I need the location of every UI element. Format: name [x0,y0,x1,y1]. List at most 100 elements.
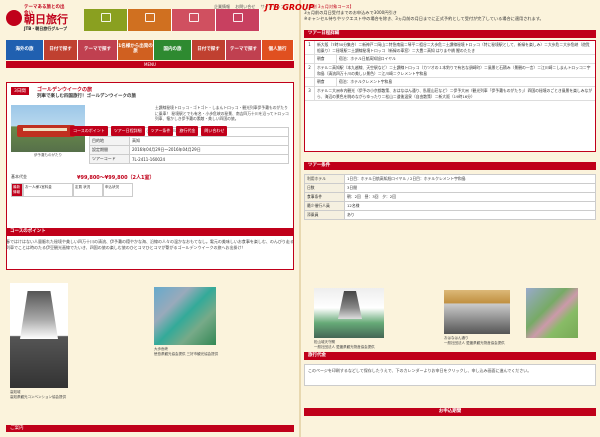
tour-description: 土讃線秘境トロッコ・ゴトゴト・しまんトロッコ・観光列車伊予灘ものがたりに乗車！ … [155,105,289,121]
tour-icon [101,13,111,22]
calendar-icon [233,13,243,22]
brand-mark-icon [6,10,22,26]
cond-key: 利用ホテル [304,174,345,184]
table-row: 設定期間 2016年04月29日～2016年04月29日 [89,145,289,155]
tab-course-point[interactable]: コースのポイント [70,126,108,136]
price-label: 基本代金 [11,174,27,179]
tab-schedule[interactable]: ツアー日程詳細 [110,126,145,136]
notice-line: ※キャンセル待ちやリクエスト中の場合を除き、3ヵ月前の月日までに正式予約として受… [304,16,544,22]
tour-icon[interactable] [84,9,128,31]
nav-date-search[interactable]: 日付で探す [44,40,78,60]
info-value: 7L-2411-160024 [129,154,289,164]
page-divider [299,0,301,437]
castle-caption: 高知城 高知県観光コンベンション協会提供 [10,390,66,399]
day-number [305,78,315,86]
book-icon[interactable] [172,9,216,31]
day-number: 2 [305,64,315,77]
nav-overseas[interactable]: 海外の旅 [6,40,44,60]
cal-cell: 定員 状況 [73,183,103,197]
day-number: 3 [305,87,315,100]
nav-individual[interactable]: 個人旅行 [262,40,294,60]
table-row: 利用ホテル 1日目：ホテル日航高知旭ロイヤル / 2日目：ホテルクレメント宇和島 [304,174,596,184]
conditions-header: ツアー条件 [304,162,596,170]
cond-value: 12名様 [344,201,596,211]
course-point-text: 春ではけはない人量賑れた秘境や美しい四万十川の清流、伊予灘の穏やかな海、沿線の人… [6,239,294,250]
matsuyama-castle-photo [314,288,384,338]
info-key: ツアーコード [89,154,130,164]
day-number: 1 [305,41,315,54]
tab-inquiry[interactable]: 問い合わせ [201,126,228,136]
table-row: ツアーコード 7L-2411-160024 [89,154,289,164]
nav-date-search-2[interactable]: 日付で探す [192,40,226,60]
cond-value: 3日間 [344,183,596,193]
flower-path-photo [526,288,578,338]
brand-sub: JTB・朝日旅行グループ [24,26,68,31]
day-text: ホテル＝大洲市内観光（伊予の小京都散策、おはなはん通り、臥龍山荘など）＝伊予大洲… [317,88,593,99]
schedule-row: 2 ホテル＝高知駅（本九越線、天空駅など）＝土讃線トロッコ（カツオの１本釣りで有名… [305,64,595,78]
meal-label: 朝食 [315,55,337,63]
cond-key: 食事条件 [304,192,345,202]
schedule-row: 3 ホテル＝大洲市内観光（伊予の小京都散策、おはなはん通り、臥龍山荘など）＝伊予大… [305,87,595,101]
table-row: 日数 3日間 [304,183,596,193]
schedule-row: 1 新大阪（7時30分集合）＝新神戸＝岡山＝特急南風＝琴平＝祖谷＝大歩危＝土讃線秘… [305,41,595,55]
meal-label: 朝食 [315,78,337,86]
schedule-header: ツアー日程詳細 [304,30,596,38]
gorge-caption: 大歩危峡 徳島県観光協会提供 三好市観光協会提供 [154,347,219,356]
cond-key: 添乗員 [304,210,345,220]
link-company[interactable]: 企業情報 [214,4,230,9]
info-key: 設定期間 [89,145,130,155]
cond-key: 最少催行人員 [304,201,345,211]
nav-theme-search[interactable]: テーマで探す [78,40,118,60]
top-icon-bar [84,9,260,31]
tab-conditions[interactable]: ツアー条件 [147,126,174,136]
plane-icon [145,13,155,22]
nav-theme-search-2[interactable]: テーマで探す [226,40,262,60]
kochi-castle-photo [10,283,68,388]
fee-header: 旅行代金 [304,352,596,360]
link-contact[interactable]: お問い合せ [235,4,255,9]
day-number [305,55,315,63]
plane-icon[interactable] [128,9,172,31]
castle2-caption: 松山城天守閣 一般社団法人 愛媛県観光物産協会提供 [314,340,375,349]
ohanahan-street-photo [444,290,510,334]
day-text: 宿泊：ホテルクレメント宇和島 [339,79,393,84]
schedule-row: 朝食 宿泊：ホテルクレメント宇和島 [305,78,595,87]
nav-solo[interactable]: 1名様から出発の旅 [118,40,154,60]
cal-label: 最新情報 [11,183,23,197]
tab-fee[interactable]: 旅行代金 [176,126,199,136]
schedule-box: 1 新大阪（7時30分集合）＝新神戸＝岡山＝特急南風＝琴平＝祖谷＝大歩危＝土讃線秘… [304,40,596,152]
brand-logo[interactable]: テーマある旅との出会い 朝日旅行 JTB・朝日旅行グループ [6,4,68,38]
table-row: 目的地 高知 [89,136,289,146]
info-key: 目的地 [89,136,130,146]
notice-block: 【早割 3ヵ月対象コース】 3ヵ月前の月日受付までのお申込みで3000円引き ※… [304,4,596,22]
day-text: 新大阪（7時30分集合）＝新神戸＝岡山＝特急南風＝琴平＝祖谷＝大歩危＝土讃線秘境… [317,42,590,53]
day-text: ホテル＝高知駅（本九越線、天空駅など）＝土讃線トロッコ（カツオの１本釣りで有名な… [317,65,591,76]
calendar-icon[interactable] [216,9,260,31]
info-value: 高知 [129,136,289,146]
table-row: 食事条件 朝：2回 昼：3回 夕：2回 [304,192,596,202]
nav-domestic[interactable]: 国内の旅 [154,40,192,60]
cond-value: 朝：2回 昼：3回 夕：2回 [344,192,596,202]
cal-cell: お一人様1室料金 [23,183,73,197]
course-point-header: コースのポイント [6,228,294,236]
application-period-bar: お申込期間 [304,408,596,416]
info-value: 2016年04月29日～2016年04月29日 [129,145,289,155]
book-icon [189,13,199,22]
guide-header: ご案内 [6,425,294,432]
day-text: 宿泊：ホテル日航高知旭ロイヤル [339,56,396,61]
tour-title: ゴールデンウイークの旅 [37,87,93,93]
schedule-row: 朝食 宿泊：ホテル日航高知旭ロイヤル [305,55,595,64]
train-shape [17,125,75,137]
main-nav: 海外の旅 日付で探す テーマで探す 1名様から出発の旅 国内の旅 日付で探す テ… [6,40,294,60]
price-value: ¥99,800～¥99,800（2人1室） [77,175,155,181]
calendar-note: このページを印刷するなどして保存したうえで、下のカレンダーよりお申日をクリックし… [304,364,596,386]
gorge-photo [154,287,216,345]
table-row: 添乗員 あり [304,210,596,220]
menu-bar[interactable]: MENU [6,61,294,68]
days-badge: 3日間 [11,87,29,95]
section-tabs: コースのポイント ツアー日程詳細 ツアー条件 旅行代金 問い合わせ [70,126,230,136]
cond-value: 1日目：ホテル日航高知旭ロイヤル / 2日目：ホテルクレメント宇和島 [344,174,596,184]
cond-key: 日数 [304,183,345,193]
table-row: 最少催行人員 12名様 [304,201,596,211]
cal-cell: 申込状況 [103,183,133,197]
